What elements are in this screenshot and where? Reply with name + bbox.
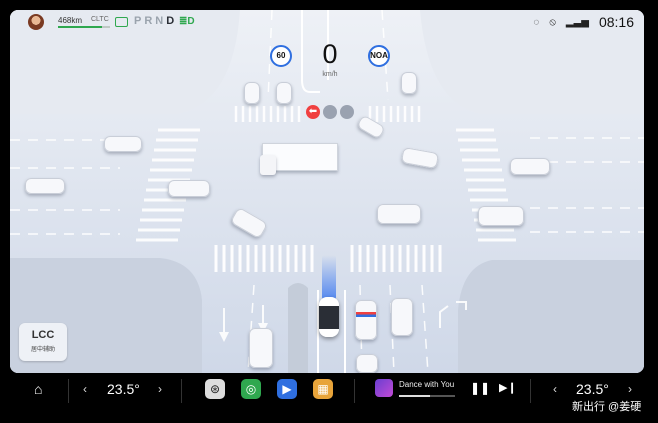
vehicle: [249, 328, 273, 368]
dock-bar: ⌂ ‹ 23.5° › ⊛ ◎ ▶ ▦ Dance with You ❚❚ ▶❙…: [0, 373, 658, 423]
divider: [181, 379, 182, 403]
headlight-icon: ≣D: [179, 16, 195, 27]
range-bar: [58, 26, 110, 28]
range-value: 468km: [58, 16, 83, 25]
range-bar-fill: [58, 26, 103, 28]
traffic-light-icon: [340, 105, 354, 119]
watermark: 新出行 @姜硬: [572, 401, 642, 413]
vehicle: [25, 178, 65, 194]
vehicle: [401, 72, 417, 94]
police-vehicle: [355, 300, 377, 340]
speed-value: 0: [322, 39, 338, 69]
song-progress-fill: [399, 395, 430, 397]
speed-limit-sign: 60: [270, 45, 292, 67]
gear-d: D: [166, 15, 178, 27]
vehicle: [510, 158, 550, 175]
chevron-left-icon[interactable]: ‹: [83, 382, 87, 396]
gear-r: R: [144, 15, 156, 27]
vehicle: [104, 136, 142, 152]
chevron-right-icon[interactable]: ›: [628, 382, 632, 396]
vehicle: [276, 82, 292, 104]
speed-unit: km/h: [322, 71, 338, 78]
divider: [354, 379, 355, 403]
vehicle: [478, 206, 524, 226]
camera-app-icon[interactable]: ▶: [277, 379, 297, 399]
vehicle: [168, 180, 210, 197]
ego-vehicle: [319, 297, 339, 337]
battery-icon: [115, 17, 128, 27]
home-icon[interactable]: ⌂: [34, 381, 42, 397]
gear-n: N: [155, 15, 167, 27]
traffic-light-left-arrow-icon: ⬅: [306, 105, 320, 119]
vehicle: [356, 354, 378, 373]
avatar[interactable]: [28, 14, 44, 30]
ego-path-highlight: [322, 255, 336, 300]
vehicle: [244, 82, 260, 104]
car-display: 468km CLTC PRND ≣D ◌ ⦸ ▂▃▅ 08:16 60 0 km…: [10, 10, 644, 373]
apps-grid-icon[interactable]: ▦: [313, 379, 333, 399]
chevron-right-icon[interactable]: ›: [158, 382, 162, 396]
vehicle: [377, 204, 421, 224]
message-icon[interactable]: ◌: [533, 17, 539, 28]
navigation-app-icon[interactable]: ◎: [241, 379, 261, 399]
vehicle: [391, 298, 413, 336]
right-temperature: 23.5°: [576, 381, 609, 397]
status-right: ◌ ⦸ ▂▃▅ 08:16: [533, 14, 634, 30]
divider: [530, 379, 531, 403]
lcc-icon: LCC: [31, 329, 55, 341]
clock: 08:16: [598, 14, 634, 30]
lcc-label: 居中辅助: [30, 347, 55, 353]
gear-p: P: [134, 15, 145, 27]
lcc-button[interactable]: LCC 居中辅助: [19, 323, 67, 361]
chevron-left-icon[interactable]: ‹: [553, 382, 557, 396]
next-track-icon[interactable]: ▶❙: [499, 381, 517, 394]
left-temperature: 23.5°: [107, 381, 140, 397]
song-title[interactable]: Dance with You: [399, 380, 455, 389]
song-progress: [399, 395, 455, 397]
gear-indicator: PRND: [134, 15, 177, 27]
steering-app-icon[interactable]: ⊛: [205, 379, 225, 399]
traffic-light-icon: [323, 105, 337, 119]
phone-off-icon[interactable]: ⦸: [549, 17, 556, 28]
divider: [68, 379, 69, 403]
range-standard: CLTC: [91, 16, 109, 23]
noa-mode-badge[interactable]: NOA: [368, 45, 390, 67]
truck-cab: [260, 155, 276, 175]
album-art[interactable]: [375, 379, 393, 397]
signal-icon: ▂▃▅: [565, 16, 589, 28]
pause-icon[interactable]: ❚❚: [470, 381, 490, 395]
status-bar: 468km CLTC PRND ≣D ◌ ⦸ ▂▃▅ 08:16: [10, 10, 644, 36]
